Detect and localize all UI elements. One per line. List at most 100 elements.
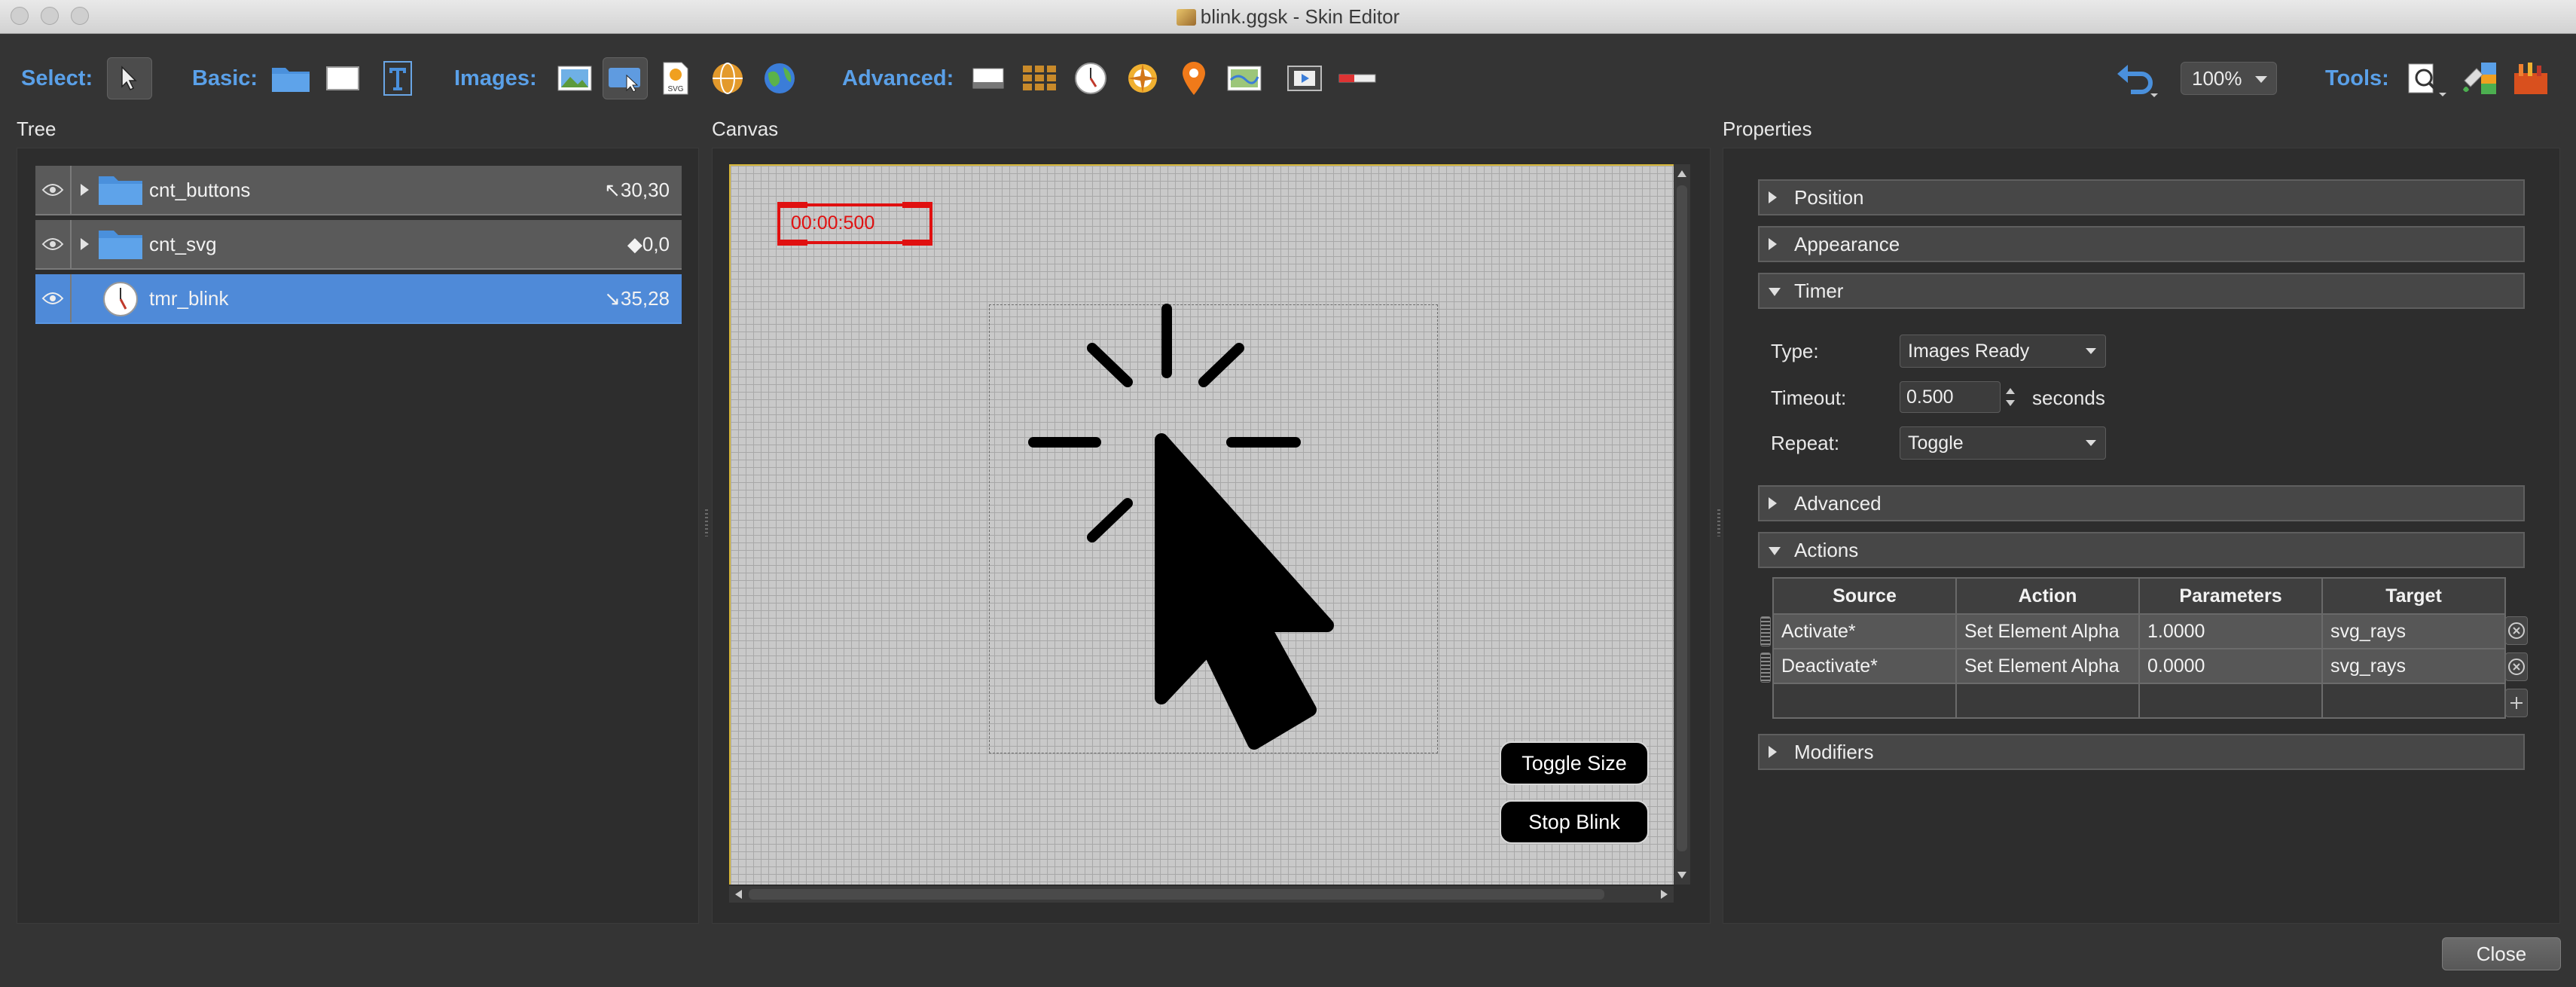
table-cell[interactable] — [1955, 683, 2140, 719]
table-cell[interactable]: svg_rays — [2321, 613, 2506, 649]
expand-arrow-icon[interactable] — [81, 184, 89, 196]
video-sphere-tool-button[interactable] — [757, 57, 802, 99]
resize-handle[interactable] — [777, 240, 807, 246]
advanced-label: Advanced: — [842, 66, 954, 90]
vertical-scrollbar[interactable] — [1674, 164, 1690, 885]
click-cursor-graphic[interactable] — [994, 301, 1446, 753]
map-pin-icon — [1183, 62, 1205, 95]
scroll-right-arrow-icon[interactable] — [1661, 890, 1668, 899]
column-header-parameters[interactable]: Parameters — [2138, 577, 2323, 615]
table-cell[interactable]: 1.0000 — [2138, 613, 2323, 649]
remove-action-button[interactable] — [2505, 652, 2528, 681]
table-cell[interactable] — [2321, 683, 2506, 719]
table-row[interactable]: Activate* Set Element Alpha 1.0000 svg_r… — [1772, 613, 2506, 649]
zoom-select[interactable]: 100% — [2181, 62, 2277, 95]
repeat-select[interactable]: Toggle — [1900, 426, 2106, 460]
zoom-value: 100% — [2192, 67, 2242, 90]
column-header-action[interactable]: Action — [1955, 577, 2140, 615]
hotspot-tool-button[interactable] — [966, 57, 1011, 99]
section-position[interactable]: Position — [1758, 179, 2525, 215]
step-down-icon[interactable] — [2006, 400, 2015, 406]
folder-icon — [272, 68, 310, 92]
table-cell[interactable] — [1772, 683, 1957, 719]
progress-bar-tool-button[interactable] — [1335, 57, 1380, 99]
step-up-icon[interactable] — [2006, 388, 2015, 394]
skin-tools-button[interactable] — [2508, 57, 2553, 99]
timer-icon — [103, 282, 138, 316]
resize-handle[interactable] — [902, 240, 932, 246]
section-title: Advanced — [1794, 492, 1882, 515]
resize-handle[interactable] — [777, 202, 807, 208]
image-tool-button[interactable] — [552, 57, 597, 99]
table-cell[interactable]: Set Element Alpha — [1955, 613, 2140, 649]
close-button[interactable]: Close — [2442, 937, 2561, 970]
drag-handle[interactable] — [1760, 616, 1771, 646]
image-button-tool-button[interactable] — [603, 57, 648, 99]
map-pin-tool-button[interactable] — [1171, 57, 1216, 99]
table-cell[interactable]: Activate* — [1772, 613, 1957, 649]
scroll-thumb[interactable] — [749, 889, 1604, 900]
section-appearance[interactable]: Appearance — [1758, 226, 2525, 262]
text-icon — [383, 61, 412, 96]
tree-item-name: tmr_blink — [149, 287, 229, 310]
section-actions[interactable]: Actions — [1758, 532, 2525, 568]
table-cell[interactable]: Deactivate* — [1772, 648, 1957, 684]
timeout-stepper[interactable] — [2002, 381, 2019, 413]
container-tool-button[interactable] — [268, 57, 313, 99]
stop-blink-button[interactable]: Stop Blink — [1500, 800, 1649, 844]
section-advanced[interactable]: Advanced — [1758, 485, 2525, 521]
undo-button[interactable] — [2111, 57, 2165, 99]
select-label: Select: — [21, 66, 93, 90]
tree-row-tmr-blink[interactable]: tmr_blink ↘35,28 — [35, 274, 682, 324]
horizontal-scrollbar[interactable] — [729, 886, 1674, 903]
expand-arrow-icon[interactable] — [81, 238, 89, 250]
image-icon — [557, 66, 592, 91]
type-select[interactable]: Images Ready — [1900, 335, 2106, 368]
splitter-handle[interactable] — [1717, 509, 1720, 536]
table-cell[interactable]: 0.0000 — [2138, 648, 2323, 684]
table-cell[interactable]: svg_rays — [2321, 648, 2506, 684]
timeout-input[interactable]: 0.500 — [1900, 381, 2001, 413]
toggle-size-button[interactable]: Toggle Size — [1500, 741, 1649, 785]
scroll-left-arrow-icon[interactable] — [735, 890, 742, 899]
canvas-area[interactable]: 00:00:500 Toggle Size Stop Blink — [729, 164, 1674, 885]
drag-handle[interactable] — [1760, 652, 1771, 683]
column-header-target[interactable]: Target — [2321, 577, 2506, 615]
tree-row-cnt-buttons[interactable]: cnt_buttons ↖30,30 — [35, 166, 682, 215]
remove-action-button[interactable] — [2505, 616, 2528, 645]
section-modifiers[interactable]: Modifiers — [1758, 734, 2525, 770]
cloner-tool-button[interactable] — [1017, 57, 1062, 99]
timer-text: 00:00:500 — [791, 212, 875, 234]
table-row[interactable]: Deactivate* Set Element Alpha 0.0000 svg… — [1772, 648, 2506, 684]
remove-icon — [2508, 659, 2525, 675]
visibility-toggle[interactable] — [35, 274, 72, 322]
resize-handle[interactable] — [902, 202, 932, 208]
text-tool-button[interactable] — [375, 57, 420, 99]
video-tool-button[interactable] — [1282, 57, 1327, 99]
table-cell[interactable] — [2138, 683, 2323, 719]
find-tool-button[interactable] — [2404, 57, 2449, 99]
panorama-tool-button[interactable] — [705, 57, 750, 99]
scroll-thumb[interactable] — [1677, 185, 1687, 851]
timer-tool-button[interactable] — [1068, 57, 1113, 99]
table-row-empty[interactable] — [1772, 683, 2506, 719]
scroll-down-arrow-icon[interactable] — [1677, 872, 1686, 879]
compass-tool-button[interactable] — [1120, 57, 1165, 99]
grid-icon — [1023, 66, 1056, 90]
splitter-handle[interactable] — [705, 509, 708, 536]
select-tool-button[interactable] — [107, 57, 152, 99]
scroll-up-arrow-icon[interactable] — [1677, 170, 1686, 177]
map-tool-button[interactable] — [1222, 57, 1267, 99]
tree-title: Tree — [17, 118, 56, 140]
paint-tool-button[interactable] — [2457, 57, 2502, 99]
add-action-button[interactable] — [2505, 689, 2528, 717]
svg-tool-button[interactable]: SVG — [653, 57, 698, 99]
column-header-source[interactable]: Source — [1772, 577, 1957, 615]
timer-text-element[interactable]: 00:00:500 — [777, 202, 932, 246]
visibility-toggle[interactable] — [35, 166, 72, 214]
tree-row-cnt-svg[interactable]: cnt_svg ◆0,0 — [35, 220, 682, 270]
visibility-toggle[interactable] — [35, 220, 72, 268]
table-cell[interactable]: Set Element Alpha — [1955, 648, 2140, 684]
rectangle-tool-button[interactable] — [320, 57, 365, 99]
section-timer[interactable]: Timer — [1758, 273, 2525, 309]
